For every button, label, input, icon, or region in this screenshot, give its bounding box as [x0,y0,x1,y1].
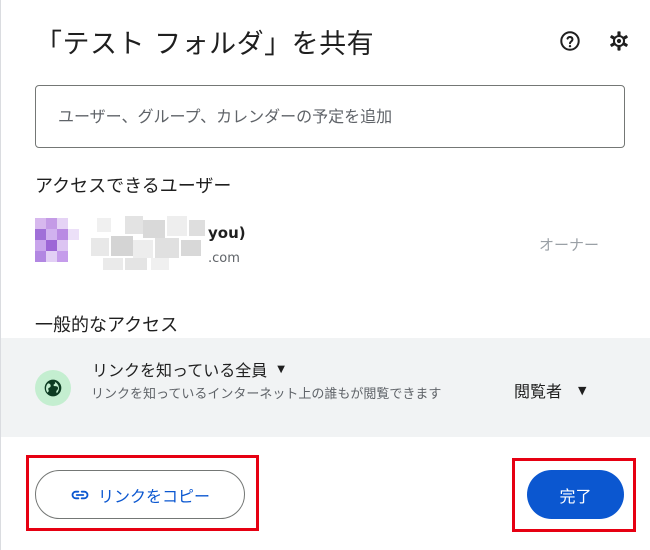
link-icon [70,485,90,505]
dialog-title: 「テスト フォルダ」を共有 [35,29,375,60]
caret-down-icon: ▼ [578,383,587,397]
user-email: .com [208,251,240,266]
done-button[interactable]: 完了 [527,470,624,519]
access-description: リンクを知っているインターネット上の誰もが閲覧できます [91,387,442,402]
role-label: 閲覧者 [514,382,563,401]
add-people-input[interactable] [35,85,625,148]
globe-icon [35,370,71,406]
caret-down-icon: ▼ [277,363,285,375]
role-dropdown[interactable]: 閲覧者 ▼ [514,378,586,402]
avatar [35,218,79,268]
people-with-access-heading: アクセスできるユーザー [35,176,232,197]
owner-role-label: オーナー [539,236,600,254]
general-access-heading: 一般的なアクセス [35,315,179,336]
settings-gear-icon[interactable] [606,28,632,54]
help-icon[interactable] [557,28,583,54]
user-name: you) [208,224,246,242]
copy-link-label: リンクをコピー [97,486,210,506]
access-type-label: リンクを知っている全員 [92,361,268,380]
general-access-type-dropdown[interactable]: リンクを知っている全員 ▼ [92,357,285,381]
redacted-user-name [85,214,207,272]
share-dialog: 「テスト フォルダ」を共有 アクセスできるユーザー [0,0,650,550]
copy-link-button[interactable]: リンクをコピー [35,470,245,519]
